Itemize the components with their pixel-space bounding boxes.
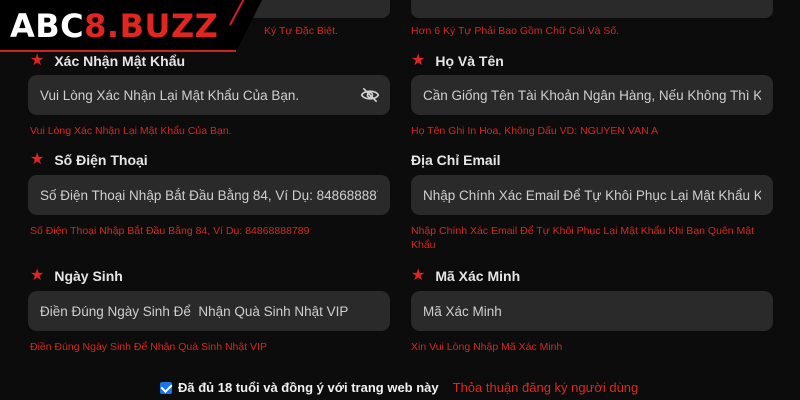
password-hint: Ký Tự Đặc Biệt. bbox=[264, 25, 338, 37]
brand-part1: ABC bbox=[10, 7, 85, 45]
verification-code-input[interactable] bbox=[423, 303, 761, 319]
required-star-icon: ★ bbox=[30, 267, 45, 284]
confirm-password-field[interactable] bbox=[28, 75, 390, 115]
birthday-hint: Điền Đúng Ngày Sinh Để Nhận Quà Sinh Nhậ… bbox=[30, 341, 267, 353]
full-name-input[interactable] bbox=[423, 87, 761, 103]
phone-input[interactable] bbox=[40, 187, 378, 203]
confirm-password-label: ★ Xác Nhận Mật Khẩu bbox=[30, 52, 186, 70]
required-star-icon: ★ bbox=[30, 52, 45, 69]
full-name-field[interactable] bbox=[411, 75, 773, 115]
phone-label: ★ Số Điện Thoại bbox=[30, 151, 148, 169]
required-star-icon: ★ bbox=[411, 52, 426, 69]
phone-field[interactable] bbox=[28, 175, 390, 215]
birthday-input[interactable] bbox=[40, 303, 378, 319]
username-hint: Hơn 6 Ký Tự Phải Bao Gồm Chữ Cái Và Số. bbox=[411, 25, 620, 37]
birthday-label: ★ Ngày Sinh bbox=[30, 267, 123, 285]
confirm-password-hint: Vui Lòng Xác Nhận Lại Mật Khẩu Của Bạn. bbox=[30, 125, 232, 137]
verification-code-field[interactable] bbox=[411, 291, 773, 331]
full-name-hint: Họ Tên Ghi In Hoa, Không Dấu VD: NGUYEN … bbox=[411, 125, 659, 137]
username-input-partial[interactable] bbox=[411, 0, 773, 18]
eye-off-icon[interactable] bbox=[360, 85, 380, 105]
verification-code-hint: Xin Vui Lòng Nhập Mã Xác Minh bbox=[411, 341, 563, 353]
brand-logo[interactable]: ABC8.BUZZ bbox=[10, 6, 218, 46]
required-star-icon: ★ bbox=[411, 267, 426, 284]
email-label: Địa Chỉ Email bbox=[411, 152, 501, 168]
confirm-password-input[interactable] bbox=[40, 87, 378, 103]
full-name-label: ★ Họ Và Tên bbox=[411, 52, 504, 70]
birthday-field[interactable] bbox=[28, 291, 390, 331]
agreement-text: Đã đủ 18 tuổi và đồng ý với trang web nà… bbox=[178, 380, 439, 395]
email-hint: Nhập Chính Xác Email Để Tự Khôi Phục Lại… bbox=[411, 225, 755, 251]
terms-link[interactable]: Thỏa thuận đăng ký người dùng bbox=[453, 380, 639, 395]
agree-checkbox[interactable] bbox=[160, 381, 172, 394]
phone-hint: Số Điện Thoại Nhập Bắt Đầu Bằng 84, Ví D… bbox=[30, 225, 310, 237]
verification-code-label: ★ Mã Xác Minh bbox=[411, 267, 521, 285]
required-star-icon: ★ bbox=[30, 151, 45, 168]
email-field[interactable] bbox=[411, 175, 773, 215]
brand-part2: 8.BUZZ bbox=[84, 7, 219, 45]
agreement-row: Đã đủ 18 tuổi và đồng ý với trang web nà… bbox=[160, 380, 638, 395]
email-input[interactable] bbox=[423, 187, 761, 203]
logo-underline bbox=[0, 50, 236, 52]
